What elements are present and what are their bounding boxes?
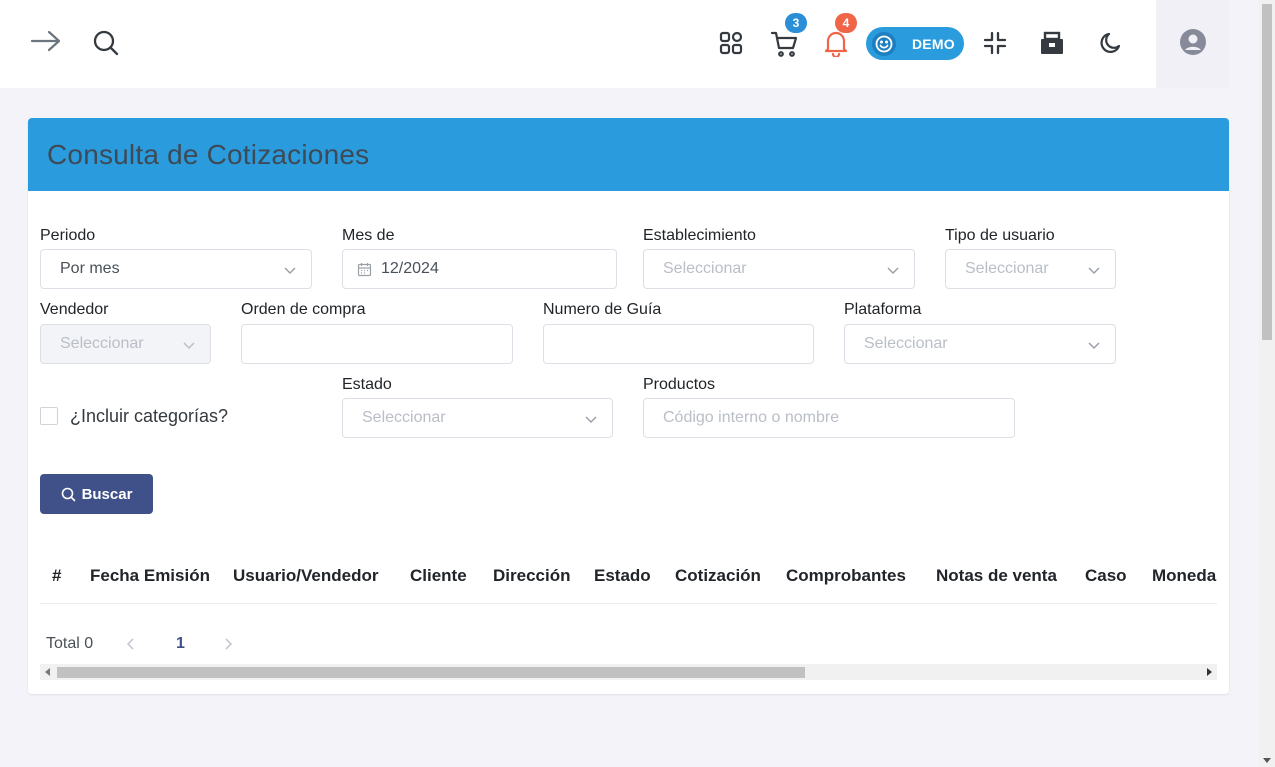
- estado-placeholder: Seleccionar: [362, 409, 446, 426]
- chevron-down-icon: [887, 267, 899, 275]
- page-title: Consulta de Cotizaciones: [47, 138, 370, 170]
- column-header[interactable]: #: [52, 566, 61, 586]
- incluir-categorias-checkbox[interactable]: [40, 407, 58, 425]
- buscar-label: Buscar: [81, 485, 133, 503]
- vertical-scrollbar[interactable]: [1259, 0, 1275, 767]
- establecimiento-label: Establecimiento: [643, 227, 756, 244]
- search-icon: [61, 487, 75, 501]
- buscar-button[interactable]: Buscar: [40, 474, 153, 514]
- scroll-right-arrow-icon[interactable]: [1207, 668, 1212, 676]
- column-header[interactable]: Caso: [1085, 566, 1127, 586]
- estado-select[interactable]: Seleccionar: [342, 398, 613, 438]
- productos-label: Productos: [643, 376, 716, 393]
- numero-guia-input[interactable]: [543, 324, 814, 364]
- user-avatar-icon: [1179, 28, 1207, 61]
- apps-grid-icon[interactable]: [718, 30, 744, 56]
- column-header[interactable]: Notas de venta: [936, 566, 1057, 586]
- chevron-down-icon: [585, 416, 597, 424]
- vendedor-placeholder: Seleccionar: [60, 335, 144, 352]
- chevron-right-icon[interactable]: [223, 637, 233, 651]
- horizontal-scrollbar-thumb[interactable]: [57, 667, 805, 678]
- establecimiento-placeholder: Seleccionar: [663, 260, 747, 277]
- scroll-left-arrow-icon[interactable]: [45, 668, 50, 676]
- calendar-icon: [357, 262, 372, 276]
- user-menu[interactable]: [1156, 0, 1229, 88]
- chevron-down-icon: [183, 342, 195, 350]
- orden-compra-input[interactable]: [241, 324, 513, 364]
- smiley-icon: [872, 31, 896, 56]
- chevron-down-icon: [284, 267, 296, 275]
- pagination: Total 0 1: [46, 633, 233, 655]
- cart-icon[interactable]: [769, 29, 799, 59]
- table-horizontal-scrollbar[interactable]: [40, 664, 1217, 680]
- column-header[interactable]: Estado: [594, 566, 651, 586]
- tipo-usuario-placeholder: Seleccionar: [965, 260, 1049, 277]
- tipo-usuario-select[interactable]: Seleccionar: [945, 249, 1116, 289]
- mes-value: 12/2024: [381, 260, 439, 277]
- column-header[interactable]: Usuario/Vendedor: [233, 566, 378, 586]
- plataforma-placeholder: Seleccionar: [864, 335, 948, 352]
- productos-placeholder: Código interno o nombre: [663, 409, 840, 426]
- incluir-categorias-label: ¿Incluir categorías?: [70, 406, 229, 426]
- store-icon[interactable]: [1038, 29, 1066, 57]
- chevron-down-icon: [1088, 267, 1100, 275]
- column-header[interactable]: Cliente: [410, 566, 467, 586]
- plataforma-label: Plataforma: [844, 301, 922, 318]
- scroll-down-arrow-icon[interactable]: [1263, 758, 1271, 763]
- periodo-label: Periodo: [40, 227, 96, 244]
- orden-compra-label: Orden de compra: [241, 301, 366, 318]
- quotes-query-card: Consulta de Cotizaciones Periodo Por mes…: [28, 118, 1229, 694]
- demo-label: DEMO: [912, 35, 955, 52]
- plataforma-select[interactable]: Seleccionar: [844, 324, 1116, 364]
- chevron-down-icon: [1088, 342, 1100, 350]
- arrow-right-icon[interactable]: [30, 28, 62, 54]
- demo-mode-toggle[interactable]: DEMO: [866, 27, 964, 60]
- productos-input[interactable]: Código interno o nombre: [643, 398, 1015, 438]
- column-header[interactable]: Fecha Emisión: [90, 566, 210, 586]
- vertical-scrollbar-thumb[interactable]: [1262, 4, 1272, 340]
- pagination-page[interactable]: 1: [176, 635, 185, 653]
- topbar: 3 4 DEMO: [0, 0, 1229, 88]
- mes-date-picker[interactable]: 12/2024: [342, 249, 617, 289]
- column-header[interactable]: Moneda: [1152, 566, 1216, 586]
- establecimiento-select[interactable]: Seleccionar: [643, 249, 915, 289]
- card-header: Consulta de Cotizaciones: [28, 118, 1229, 191]
- notifications-badge: 4: [835, 13, 857, 33]
- periodo-select[interactable]: Por mes: [40, 249, 312, 289]
- estado-label: Estado: [342, 376, 392, 393]
- column-header[interactable]: Cotización: [675, 566, 761, 586]
- tipo-usuario-label: Tipo de usuario: [945, 227, 1055, 244]
- vendedor-label: Vendedor: [40, 301, 109, 318]
- numero-guia-label: Numero de Guía: [543, 301, 662, 318]
- fullscreen-exit-icon[interactable]: [982, 30, 1008, 56]
- cart-badge: 3: [785, 13, 807, 33]
- periodo-value: Por mes: [60, 260, 120, 277]
- chevron-left-icon[interactable]: [126, 637, 136, 651]
- vendedor-select[interactable]: Seleccionar: [40, 324, 211, 364]
- quotes-table-header: # Fecha Emisión Usuario/Vendedor Cliente…: [40, 555, 1217, 604]
- search-icon[interactable]: [92, 29, 120, 57]
- column-header[interactable]: Comprobantes: [786, 566, 906, 586]
- dark-mode-moon-icon[interactable]: [1097, 29, 1125, 57]
- column-header[interactable]: Dirección: [493, 566, 570, 586]
- pagination-total: Total 0: [46, 635, 94, 652]
- mes-label: Mes de: [342, 227, 395, 244]
